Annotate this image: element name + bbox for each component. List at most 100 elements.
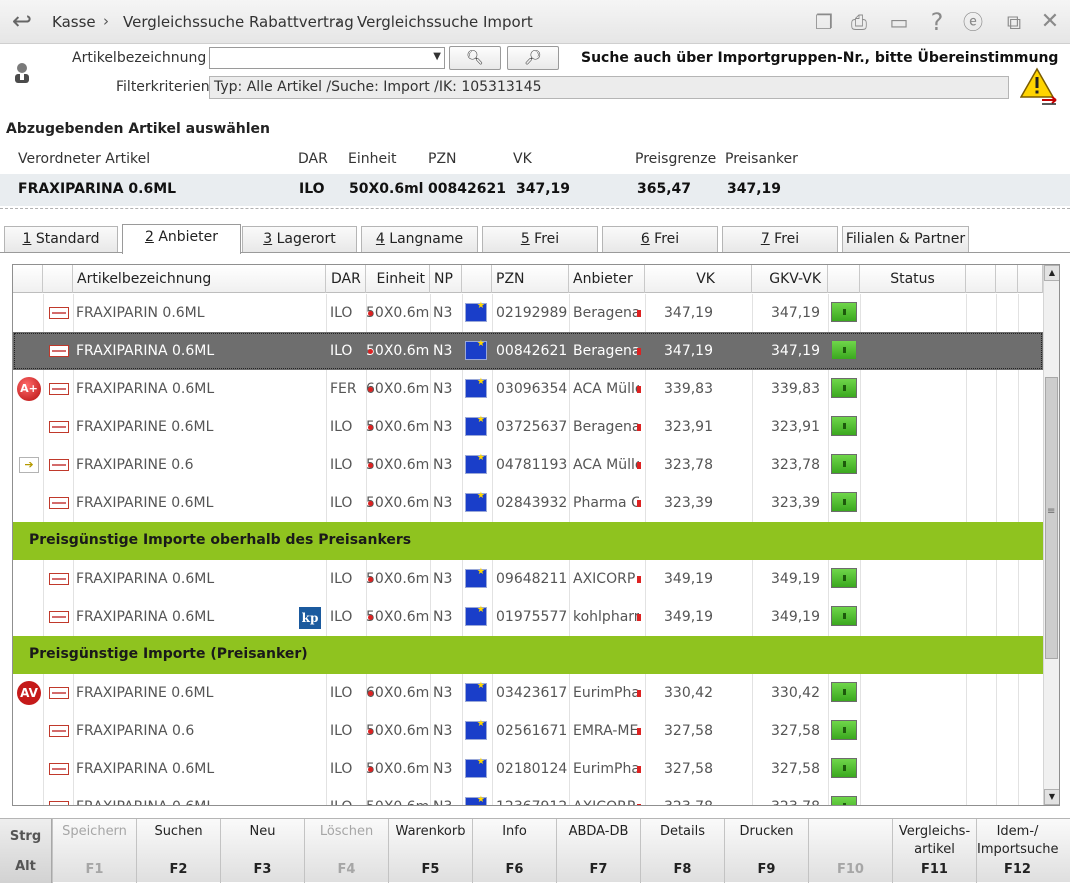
truncation-marker-icon — [637, 462, 641, 469]
info-e-icon[interactable]: ⓔ — [960, 9, 986, 35]
chevron-down-icon[interactable]: ▼ — [433, 51, 441, 62]
tab-4[interactable]: 4 Langname — [361, 226, 478, 252]
status-green-icon[interactable] — [831, 340, 857, 360]
cell-pzn: 02843932 — [496, 495, 568, 511]
fkey-f11[interactable]: Vergleichs-artikel F11 — [892, 819, 976, 883]
breadcrumb-rabattvertrag[interactable]: Vergleichssuche Rabattvertrag — [123, 13, 354, 31]
tab-2[interactable]: 2 Anbieter — [122, 224, 241, 254]
fkey-f8[interactable]: Details F8 — [640, 819, 724, 883]
fkey-f5[interactable]: Warenkorb F5 — [388, 819, 472, 883]
col-supplier[interactable]: Anbieter — [569, 265, 645, 293]
tab-label: Anbieter — [153, 229, 219, 245]
status-green-icon[interactable] — [831, 454, 857, 474]
cell-divider — [326, 408, 327, 446]
status-green-icon[interactable] — [831, 682, 857, 702]
cell-article-name: FRAXIPARINA 0.6ML — [76, 788, 306, 805]
scroll-up-icon[interactable]: ▲ — [1044, 265, 1059, 281]
status-green-icon[interactable] — [831, 796, 857, 805]
status-green-icon[interactable] — [831, 378, 857, 398]
status-green-icon[interactable] — [831, 758, 857, 778]
table-row[interactable]: FRAXIPARINA 0.6ML ILO 50X0.6ml N3 01975577 ko… — [13, 598, 1043, 636]
scroll-thumb[interactable] — [1045, 377, 1058, 659]
col-pzn[interactable]: PZN — [492, 265, 569, 293]
back-arrow-icon[interactable]: ↩ — [6, 8, 38, 36]
col-np[interactable]: NP — [430, 265, 462, 293]
cell-divider — [492, 446, 493, 484]
tab-1[interactable]: 1 Standard — [4, 226, 118, 252]
col-status[interactable]: Status — [860, 265, 966, 293]
cell-divider — [462, 408, 463, 446]
cell-divider — [492, 408, 493, 446]
table-row[interactable]: FRAXIPARINA 0.6ML ILO50X0.6mlN3 12367912 AX… — [13, 788, 1043, 805]
table-row[interactable]: FRAXIPARINA 0.6ML ILO 50X0.6ml N3 02180124 Eu… — [13, 750, 1043, 788]
cell-divider — [492, 674, 493, 712]
cell-gkv-vk: 347,19 — [771, 343, 820, 359]
tab-5[interactable]: 5 Frei — [482, 226, 598, 252]
table-row[interactable]: FRAXIPARIN 0.6ML ILO 50X0.6ml N3 02192989 Ber… — [13, 294, 1043, 332]
status-green-icon[interactable] — [831, 492, 857, 512]
article-search-input[interactable]: ▼ — [209, 47, 445, 69]
table-row[interactable]: FRAXIPARINA 0.6ML ILO 50X0.6ml N3 09648211 AX… — [13, 560, 1043, 598]
red-marker-icon — [368, 729, 373, 734]
cell-pzn: 09648211 — [496, 571, 568, 587]
fkey-f7[interactable]: ABDA-DB F7 — [556, 819, 640, 883]
status-green-icon[interactable] — [831, 416, 857, 436]
col-article-name[interactable]: Artikelbezeichnung — [73, 265, 326, 293]
tab-label: Frei — [649, 231, 680, 247]
print-icon[interactable]: ⎙ — [846, 9, 872, 35]
window-icon[interactable]: ⧉ — [1001, 9, 1027, 35]
fkey-f2[interactable]: Suchen F2 — [136, 819, 220, 883]
cell-gkv-vk: 327,58 — [771, 761, 820, 777]
close-icon[interactable]: ✕ — [1037, 9, 1063, 35]
cell-divider — [752, 294, 753, 332]
breadcrumb-kasse[interactable]: Kasse — [52, 13, 96, 31]
cell-divider — [492, 294, 493, 332]
extended-search-button[interactable]: 🔎︎ — [507, 46, 559, 70]
col-unit[interactable]: Einheit — [366, 265, 430, 293]
tab-8[interactable]: Filialen & Partner — [842, 226, 969, 252]
col-dar[interactable]: DAR — [326, 265, 366, 293]
cell-np: N3 — [433, 305, 453, 321]
cell-divider — [645, 712, 646, 750]
alt-modifier[interactable]: Alt — [0, 859, 51, 874]
cell-divider — [752, 712, 753, 750]
table-row[interactable]: ➔ FRAXIPARINE 0.6 ILO 50X0.6ml N3 04781193 ACA… — [13, 446, 1043, 484]
cell-divider — [43, 788, 44, 805]
fkey-f3[interactable]: Neu F3 — [220, 819, 304, 883]
vertical-scrollbar[interactable]: ▲ ▼ — [1043, 265, 1059, 805]
monitor-icon[interactable]: ▭ — [886, 9, 912, 35]
cell-divider — [1018, 712, 1019, 750]
table-row[interactable]: AV FRAXIPARINE 0.6ML ILO 60X0.6ml N3 03423617… — [13, 674, 1043, 712]
cell-vk: 323,39 — [664, 495, 713, 511]
fkey-f6[interactable]: Info F6 — [472, 819, 556, 883]
table-row[interactable]: FRAXIPARINE 0.6ML ILO 50X0.6ml N3 02843932 Ph… — [13, 484, 1043, 522]
table-row[interactable]: FRAXIPARINA 0.6ML ILO 50X0.6ml N3 00842621 Be… — [13, 332, 1043, 370]
table-row[interactable]: FRAXIPARINA 0.6 ILO 50X0.6ml N3 02561671 EMRA… — [13, 712, 1043, 750]
help-icon[interactable]: ? — [924, 9, 950, 35]
table-row[interactable]: FRAXIPARINE 0.6ML ILO 50X0.6ml N3 03725637 Be… — [13, 408, 1043, 446]
col-vk[interactable]: VK — [645, 265, 752, 293]
strg-modifier[interactable]: Strg — [0, 829, 51, 844]
col-gkv-vk[interactable]: GKV-VK — [752, 265, 828, 293]
cell-np: N3 — [433, 723, 453, 739]
status-green-icon[interactable] — [831, 302, 857, 322]
status-green-icon[interactable] — [831, 606, 857, 626]
status-green-icon[interactable] — [831, 720, 857, 740]
tab-7[interactable]: 7 Frei — [722, 226, 838, 252]
fkey-f12[interactable]: Idem-/Importsuche F12 — [976, 819, 1059, 883]
search-button[interactable]: 🔍︎ — [449, 46, 501, 70]
warning-icon[interactable] — [1019, 66, 1060, 106]
tab-3[interactable]: 3 Lagerort — [242, 226, 357, 252]
scroll-down-icon[interactable]: ▼ — [1044, 789, 1059, 805]
tab-6[interactable]: 6 Frei — [602, 226, 718, 252]
table-row[interactable]: A+ FRAXIPARINA 0.6ML FER 60X0.6ml N3 03096354… — [13, 370, 1043, 408]
filter-criteria-field[interactable]: Typ: Alle Artikel /Suche: Import /IK: 10… — [209, 76, 1009, 99]
cell-divider — [569, 750, 570, 788]
cell-divider — [569, 446, 570, 484]
copy-icon[interactable]: ❐ — [811, 9, 837, 35]
modifier-keys[interactable]: Strg Alt — [0, 819, 52, 883]
status-green-icon[interactable] — [831, 568, 857, 588]
cell-article-name: FRAXIPARINE 0.6 — [76, 457, 194, 473]
cell-divider — [645, 294, 646, 332]
fkey-f9[interactable]: Drucken F9 — [724, 819, 808, 883]
